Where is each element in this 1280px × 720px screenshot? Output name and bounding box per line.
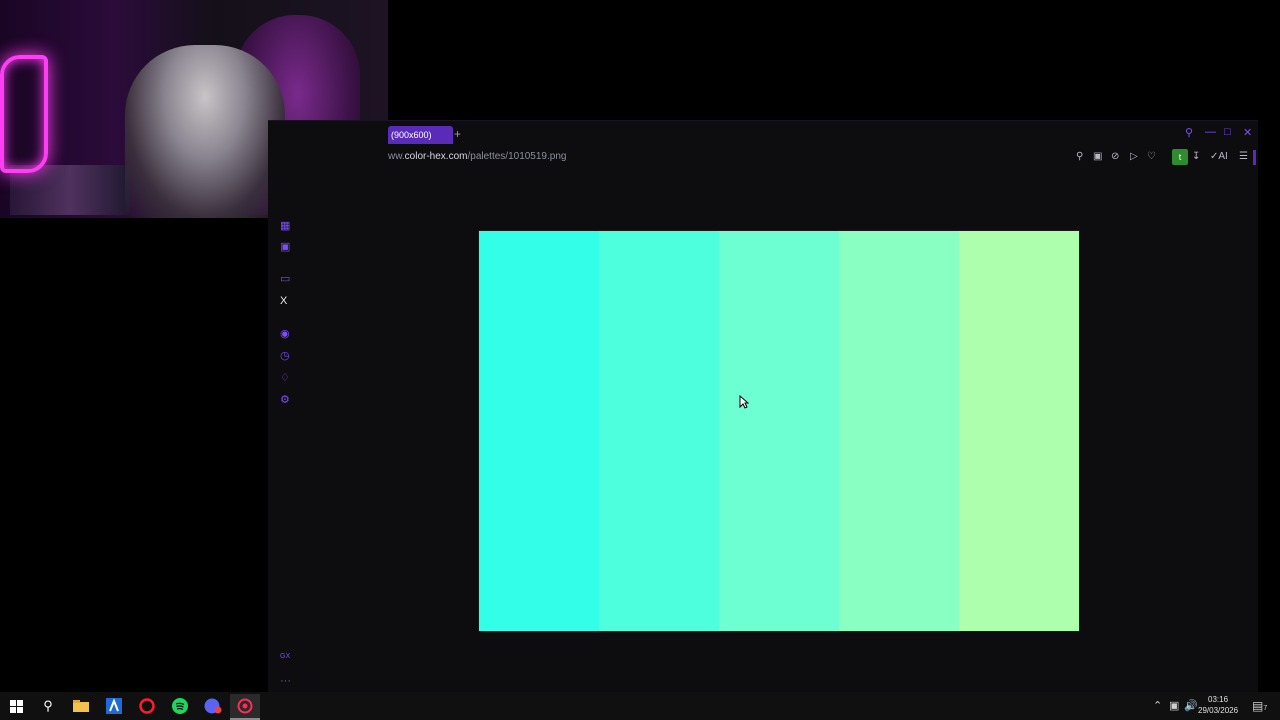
extensions-icon[interactable]: ♢ bbox=[280, 371, 290, 384]
opera-gx-icon[interactable] bbox=[230, 694, 260, 720]
settings-icon[interactable]: ⚙ bbox=[280, 393, 290, 406]
tab-bar: (900x600) + ⚲ — □ ✕ bbox=[268, 120, 1258, 149]
menu-icon[interactable]: ☰ bbox=[1239, 151, 1248, 162]
sidebar-item-workspace[interactable]: ▦ bbox=[280, 219, 290, 232]
app-a-icon[interactable] bbox=[104, 696, 124, 716]
x-icon[interactable]: X bbox=[280, 295, 287, 307]
tab-image[interactable]: (900x600) bbox=[388, 126, 453, 144]
ai-button[interactable]: ✓AI bbox=[1210, 151, 1228, 162]
gx-icon[interactable]: GX bbox=[280, 653, 290, 660]
close-icon[interactable]: ✕ bbox=[1243, 126, 1252, 139]
notifications-icon[interactable]: ▤7 bbox=[1252, 699, 1267, 713]
taskbar: ⚲ ⌃ ▣ 🔊 03:16 29/03/2026 ▤7 bbox=[0, 692, 1280, 720]
url-text[interactable]: ww.color-hex.com/palettes/1010519.png bbox=[388, 151, 566, 162]
palette-image bbox=[479, 231, 1079, 631]
minimize-icon[interactable]: — bbox=[1205, 126, 1216, 138]
download-icon[interactable]: ↧ bbox=[1192, 151, 1200, 162]
search-icon[interactable]: ⚲ bbox=[1185, 126, 1193, 139]
player-icon[interactable]: ◉ bbox=[280, 327, 290, 340]
clock-time: 03:16 bbox=[1208, 695, 1229, 704]
streamer bbox=[125, 45, 285, 218]
url-path: /palettes/1010519.png bbox=[467, 151, 567, 162]
new-tab-button[interactable]: + bbox=[454, 127, 461, 141]
extension-badge[interactable]: t bbox=[1172, 149, 1188, 165]
mouse-cursor-icon bbox=[739, 395, 749, 409]
network-icon[interactable]: ▣ bbox=[1169, 699, 1179, 712]
url-host: color-hex.com bbox=[404, 151, 468, 162]
volume-icon[interactable]: 🔊 bbox=[1184, 699, 1198, 712]
sidebar: ▦ ▣ ▭ X ◉ ◷ ♢ ⚙ GX ··· bbox=[268, 210, 304, 692]
color-swatch-4 bbox=[839, 231, 959, 631]
pin-icon[interactable]: ⚲ bbox=[1076, 151, 1083, 162]
spotify-icon[interactable] bbox=[170, 696, 190, 716]
snapshot-icon[interactable]: ▣ bbox=[1093, 151, 1102, 162]
color-swatch-1 bbox=[479, 231, 599, 631]
more-icon[interactable]: ··· bbox=[280, 675, 291, 687]
notification-count: 7 bbox=[1263, 705, 1268, 712]
windows-start-icon[interactable] bbox=[6, 696, 26, 716]
opera-icon[interactable] bbox=[137, 696, 157, 716]
clock-date: 29/03/2026 bbox=[1198, 706, 1239, 715]
search-icon[interactable]: ⚲ bbox=[38, 696, 58, 716]
color-swatch-5 bbox=[959, 231, 1079, 631]
system-clock[interactable]: 03:16 29/03/2026 bbox=[1198, 694, 1238, 716]
color-swatch-3 bbox=[719, 231, 839, 631]
heart-icon[interactable]: ♡ bbox=[1147, 151, 1156, 162]
play-icon[interactable]: ▷ bbox=[1130, 151, 1138, 162]
history-icon[interactable]: ◷ bbox=[280, 349, 290, 362]
neon-sign bbox=[0, 55, 48, 173]
chevron-up-icon[interactable]: ⌃ bbox=[1153, 699, 1162, 712]
browser-window: (900x600) + ⚲ — □ ✕ ww.color-hex.com/pal… bbox=[268, 120, 1258, 692]
maximize-icon[interactable]: □ bbox=[1224, 126, 1231, 138]
address-bar[interactable]: ww.color-hex.com/palettes/1010519.png ⚲ … bbox=[268, 148, 1258, 170]
sidebar-accent bbox=[1253, 150, 1256, 165]
discord-icon[interactable] bbox=[203, 696, 223, 716]
file-explorer-icon[interactable] bbox=[71, 696, 91, 716]
twitch-icon[interactable]: ▭ bbox=[280, 272, 290, 285]
ai-label: AI bbox=[1218, 151, 1228, 162]
messenger-icon[interactable]: ▣ bbox=[280, 240, 290, 253]
url-prefix: ww. bbox=[388, 151, 405, 162]
shield-icon[interactable]: ⊘ bbox=[1111, 151, 1119, 162]
color-swatch-2 bbox=[599, 231, 719, 631]
